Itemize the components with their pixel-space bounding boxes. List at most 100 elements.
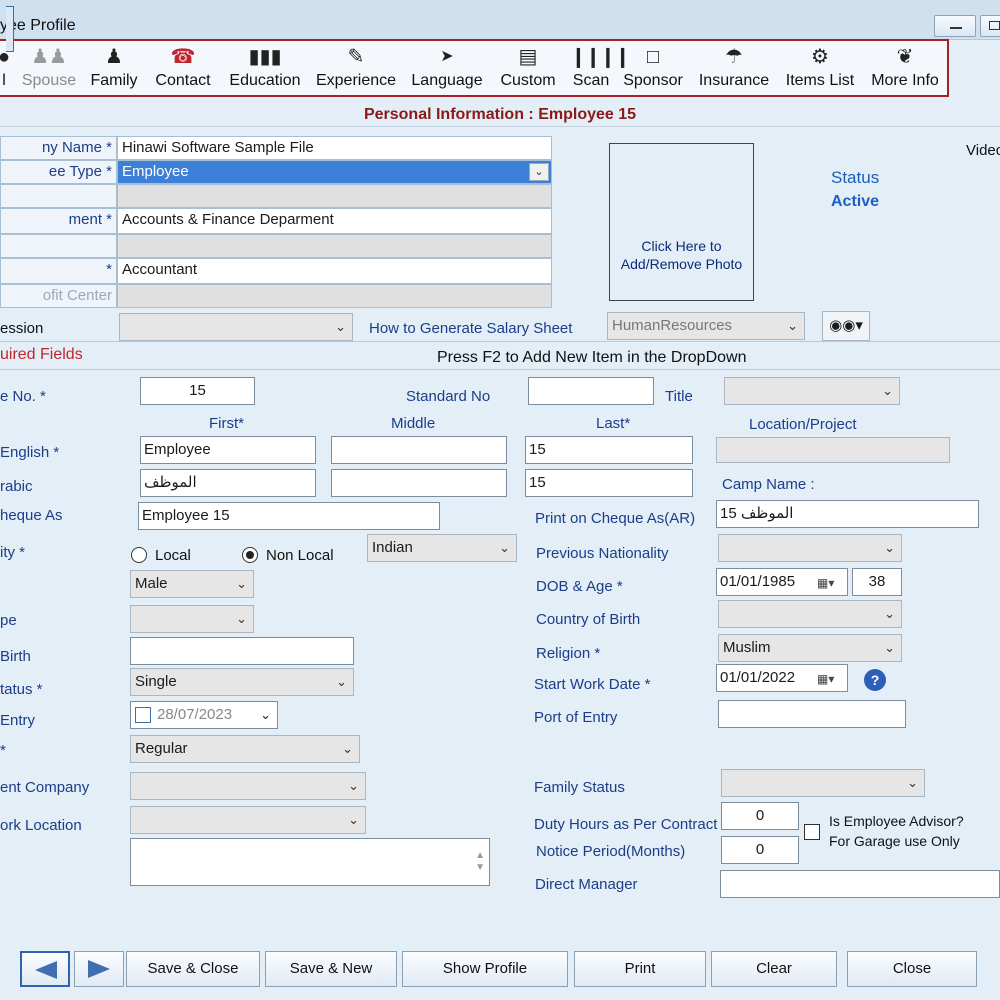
department-value[interactable]: Accounts & Finance Deparment bbox=[117, 208, 552, 234]
tools-icon: ⚙ bbox=[811, 46, 829, 68]
nationality-select[interactable]: Indian ⌄ bbox=[367, 534, 517, 562]
chevron-down-icon: ⌄ bbox=[260, 707, 271, 722]
toolbar-item-spouse[interactable]: ♟♟ Spouse bbox=[20, 45, 78, 91]
toolbar-item-family[interactable]: ♟ Family bbox=[86, 45, 142, 91]
job-title-value[interactable]: Accountant bbox=[117, 258, 552, 284]
help-icon[interactable]: ? bbox=[864, 669, 886, 691]
calendar-icon[interactable]: ▦▾ bbox=[817, 670, 845, 688]
entry-date-input[interactable]: 28/07/2023 ⌄ bbox=[130, 701, 278, 729]
nonlocal-radio-label: Non Local bbox=[266, 547, 334, 564]
toolbar-label: Sponsor bbox=[623, 72, 683, 89]
chevron-down-icon: ⌄ bbox=[336, 674, 347, 689]
toolbar-label: Custom bbox=[500, 72, 556, 89]
company-name-label: ny Name * bbox=[0, 136, 117, 160]
type-select[interactable]: ⌄ bbox=[130, 605, 254, 633]
toolbar-label: Contact bbox=[155, 72, 211, 89]
advisor-sublabel: For Garage use Only bbox=[829, 833, 960, 849]
last-name-en-input[interactable]: 15 bbox=[525, 436, 693, 464]
religion-select[interactable]: Muslim ⌄ bbox=[718, 634, 902, 662]
title-label: Title bbox=[665, 388, 693, 405]
previous-record-button[interactable] bbox=[20, 951, 70, 987]
salary-sheet-select[interactable]: HumanResources ⌄ bbox=[607, 312, 805, 340]
toolbar-item-education[interactable]: ▮▮▮ Education bbox=[224, 45, 306, 91]
toolbar-item-contact[interactable]: ☎ Contact bbox=[150, 45, 216, 91]
save-close-button[interactable]: Save & Close bbox=[126, 951, 260, 987]
toolbar-item-insurance[interactable]: ☂ Insurance bbox=[696, 45, 772, 91]
toolbar-item-language[interactable]: ➤ Language bbox=[408, 45, 486, 91]
name-english-label: English * bbox=[0, 444, 60, 461]
duty-hours-input[interactable]: 0 bbox=[721, 802, 799, 830]
minimize-button[interactable] bbox=[934, 15, 976, 37]
profession-select[interactable]: ⌄ bbox=[119, 313, 353, 341]
chevron-down-icon: ⌄ bbox=[348, 812, 359, 827]
close-button[interactable]: Close bbox=[847, 951, 977, 987]
cheque-ar-input[interactable]: الموظف 15 bbox=[716, 500, 979, 528]
toolbar-item-scan[interactable]: ❙❙❙❙ Scan bbox=[570, 45, 631, 91]
work-location-select[interactable]: ⌄ bbox=[130, 806, 366, 834]
clear-button[interactable]: Clear bbox=[711, 951, 837, 987]
family-status-select[interactable]: ⌄ bbox=[721, 769, 925, 797]
country-birth-select[interactable]: ⌄ bbox=[718, 600, 902, 628]
chevron-down-icon[interactable]: ⌄ bbox=[529, 163, 549, 181]
work-location-label: ork Location bbox=[0, 817, 82, 834]
certificate-icon: ✎ bbox=[347, 46, 365, 68]
local-radio[interactable] bbox=[131, 547, 147, 563]
toolbar-item-experience[interactable]: ✎ Experience bbox=[314, 45, 398, 91]
nationality-label: ity * bbox=[0, 544, 26, 561]
middle-name-ar-input[interactable] bbox=[331, 469, 507, 497]
employee-no-input[interactable]: 15 bbox=[140, 377, 255, 405]
entry-date-checkbox[interactable] bbox=[135, 707, 151, 723]
contract-type-label: * bbox=[0, 742, 6, 759]
search-button[interactable]: ◉◉▾ bbox=[822, 311, 870, 341]
toolbar-item-more-info[interactable]: ❦ More Info bbox=[866, 45, 944, 91]
cheque-as-input[interactable]: Employee 15 bbox=[138, 502, 440, 530]
scroll-down-icon[interactable]: ▼ bbox=[475, 855, 485, 881]
status-label: Status bbox=[831, 168, 880, 187]
place-birth-label: Birth bbox=[0, 648, 31, 665]
age-input[interactable]: 38 bbox=[852, 568, 902, 596]
gender-select[interactable]: Male ⌄ bbox=[130, 570, 254, 598]
profit-center-value[interactable] bbox=[117, 284, 552, 308]
direct-manager-input[interactable] bbox=[720, 870, 1000, 898]
restore-button[interactable] bbox=[980, 15, 1000, 37]
toolbar-item-personal[interactable]: ● l bbox=[0, 45, 12, 91]
toolbar-item-items-list[interactable]: ⚙ Items List bbox=[782, 45, 858, 91]
marital-status-select[interactable]: Single ⌄ bbox=[130, 668, 354, 696]
first-name-ar-input[interactable]: الموظف bbox=[140, 469, 316, 497]
employee-type-label: ee Type * bbox=[0, 160, 117, 184]
employee-type-select[interactable]: Employee ⌄ bbox=[117, 160, 552, 184]
place-birth-input[interactable] bbox=[130, 637, 354, 665]
grid-value-empty-1[interactable] bbox=[117, 184, 552, 208]
port-entry-label: Port of Entry bbox=[534, 709, 618, 726]
company-select[interactable]: ⌄ bbox=[130, 772, 366, 800]
save-new-button[interactable]: Save & New bbox=[265, 951, 397, 987]
last-name-ar-input[interactable]: 15 bbox=[525, 469, 693, 497]
port-entry-input[interactable] bbox=[718, 700, 906, 728]
dob-input[interactable]: 01/01/1985 ▦▾ bbox=[716, 568, 848, 596]
toolbar-item-sponsor[interactable]: □ Sponsor bbox=[620, 45, 686, 91]
show-profile-button[interactable]: Show Profile bbox=[402, 951, 568, 987]
notes-textarea[interactable]: ▲ ▼ bbox=[130, 838, 490, 886]
calendar-icon[interactable]: ▦▾ bbox=[817, 574, 845, 592]
standard-no-input[interactable] bbox=[528, 377, 654, 405]
toolbar-label: Items List bbox=[785, 72, 855, 89]
print-button[interactable]: Print bbox=[574, 951, 706, 987]
first-name-en-input[interactable]: Employee bbox=[140, 436, 316, 464]
next-record-button[interactable] bbox=[74, 951, 124, 987]
previous-nationality-select[interactable]: ⌄ bbox=[718, 534, 902, 562]
photo-upload-box[interactable]: Click Here to Add/Remove Photo bbox=[609, 143, 754, 301]
title-bar bbox=[0, 0, 1000, 40]
chevron-down-icon: ⌄ bbox=[907, 775, 918, 790]
contract-type-select[interactable]: Regular ⌄ bbox=[130, 735, 360, 763]
middle-name-en-input[interactable] bbox=[331, 436, 507, 464]
cheque-ar-label: Print on Cheque As(AR) bbox=[535, 510, 696, 527]
company-name-value[interactable]: Hinawi Software Sample File bbox=[117, 136, 552, 160]
title-select[interactable]: ⌄ bbox=[724, 377, 900, 405]
start-work-input[interactable]: 01/01/2022 ▦▾ bbox=[716, 664, 848, 692]
grid-value-empty-2[interactable] bbox=[117, 234, 552, 258]
notice-period-input[interactable]: 0 bbox=[721, 836, 799, 864]
toolbar-item-custom[interactable]: ▤ Custom bbox=[496, 45, 560, 91]
advisor-checkbox[interactable] bbox=[804, 824, 820, 840]
location-project-input[interactable] bbox=[716, 437, 950, 463]
nonlocal-radio[interactable] bbox=[242, 547, 258, 563]
